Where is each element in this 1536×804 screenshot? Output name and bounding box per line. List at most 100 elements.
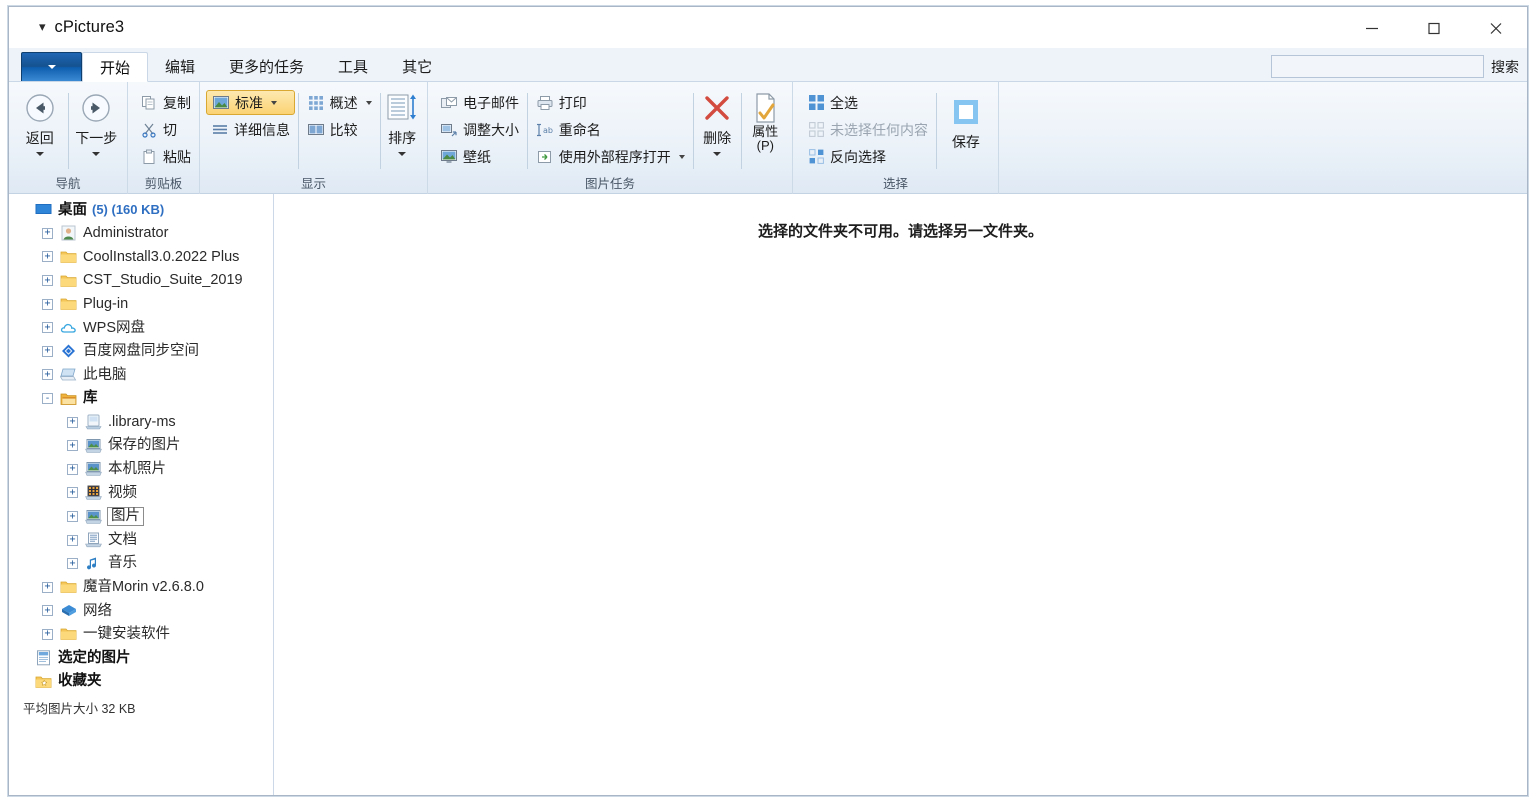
tree-item[interactable]: + 百度网盘同步空间 [9, 340, 273, 364]
expand-toggle-icon[interactable]: + [42, 275, 53, 287]
chevron-down-icon [398, 152, 407, 156]
tab-other[interactable]: 其它 [385, 52, 449, 81]
open-with-external-button[interactable]: 使用外部程序打开 [531, 144, 690, 169]
close-button[interactable] [1465, 7, 1527, 48]
tree-item[interactable]: + 一键安装软件 [9, 623, 273, 647]
folder-tree: 桌面 (5) (160 KB) + Administrator + CoolInstall… [9, 198, 273, 693]
tree-item[interactable]: + 音乐 [9, 552, 273, 576]
properties-button[interactable]: 属性 (P) [745, 89, 786, 152]
expand-toggle-icon[interactable]: + [42, 581, 53, 593]
chevron-down-icon[interactable] [271, 100, 277, 105]
expand-toggle-icon[interactable]: + [67, 558, 78, 570]
tree-item[interactable]: + 魔音Morin v2.6.8.0 [9, 576, 273, 600]
tree-item-label: .library-ms [108, 413, 176, 430]
clipboard-buttons: 复制 切 粘贴 [135, 89, 196, 169]
expand-toggle-icon[interactable]: + [42, 251, 53, 263]
minimize-button[interactable] [1341, 7, 1403, 48]
expand-toggle-icon[interactable]: + [67, 440, 78, 452]
expand-toggle-icon[interactable]: + [67, 487, 78, 499]
tree-item[interactable]: + .library-ms [9, 410, 273, 434]
expand-toggle-icon[interactable]: + [42, 298, 53, 310]
expand-toggle-icon[interactable]: + [42, 322, 53, 334]
select-all-icon [807, 94, 825, 112]
tree-item[interactable]: + Administrator [9, 222, 273, 246]
search-area: 搜索 [1271, 55, 1519, 78]
maximize-button[interactable] [1403, 7, 1465, 48]
compare-button[interactable]: 比较 [302, 117, 377, 142]
tree-item[interactable]: + 网络 [9, 599, 273, 623]
print-button[interactable]: 打印 [531, 90, 690, 115]
expand-toggle-icon[interactable]: + [67, 463, 78, 475]
expand-toggle-icon[interactable]: + [67, 511, 78, 523]
tab-edit[interactable]: 编辑 [148, 52, 212, 81]
print-label: 打印 [558, 94, 587, 111]
ribbon-tabs: 开始 编辑 更多的任务 工具 其它 [82, 47, 449, 82]
tree-item-icon [34, 201, 52, 218]
tree-item[interactable]: 收藏夹 [9, 670, 273, 694]
expand-toggle-icon[interactable]: + [67, 416, 78, 428]
tab-tools[interactable]: 工具 [321, 52, 385, 81]
expand-toggle-icon[interactable]: + [42, 628, 53, 640]
select-none-button[interactable]: 未选择任何内容 [802, 117, 933, 142]
overview-button[interactable]: 概述 [302, 90, 377, 115]
expand-toggle-icon[interactable]: + [67, 534, 78, 546]
sort-label: 排序 [388, 130, 417, 146]
delete-button[interactable]: 删除 [696, 89, 737, 156]
paste-button[interactable]: 粘贴 [135, 144, 196, 169]
tree-item[interactable]: + WPS网盘 [9, 316, 273, 340]
minimize-icon [1366, 27, 1378, 29]
application-window: ▾ cPicture3 开始 编辑 更多的任务 工具 其它 搜索 返回 下一步 … [8, 6, 1528, 796]
ribbon-group-display: 标准 详细信息 概述 比较 排序 显示 [199, 82, 427, 194]
tree-item-icon [59, 579, 77, 596]
expand-toggle-icon[interactable]: + [42, 605, 53, 617]
view-standard-button[interactable]: 标准 [206, 90, 295, 115]
chevron-down-icon[interactable] [365, 100, 372, 105]
tree-item[interactable]: + 图片 [9, 505, 273, 529]
select-all-button[interactable]: 全选 [802, 90, 933, 115]
search-input[interactable] [1271, 55, 1484, 78]
tab-start[interactable]: 开始 [82, 52, 149, 82]
tree-item-icon [59, 626, 77, 643]
sort-button[interactable]: 排序 [383, 89, 421, 156]
cut-button[interactable]: 切 [135, 117, 196, 142]
resize-button[interactable]: 调整大小 [435, 117, 524, 142]
tree-item[interactable]: 桌面 (5) (160 KB) [9, 198, 273, 222]
tree-item[interactable]: + 视频 [9, 481, 273, 505]
tree-item[interactable]: + 保存的图片 [9, 434, 273, 458]
tree-item-label: 百度网盘同步空间 [83, 343, 199, 360]
back-label: 返回 [25, 130, 54, 146]
expand-toggle-icon[interactable]: + [42, 227, 53, 239]
save-button[interactable]: 保存 [940, 89, 992, 152]
wallpaper-button[interactable]: 壁纸 [435, 144, 524, 169]
chevron-down-icon[interactable] [678, 154, 685, 159]
computer-icon [59, 368, 76, 381]
tree-item[interactable]: + 本机照片 [9, 458, 273, 482]
app-menu-button[interactable] [21, 52, 82, 81]
app-menu-glyph-icon[interactable]: ▾ [39, 20, 46, 33]
tree-item[interactable]: 选定的图片 [9, 646, 273, 670]
grid-icon [307, 94, 325, 112]
back-button[interactable]: 返回 [15, 89, 65, 156]
user-icon [61, 225, 75, 241]
folder-tree-sidebar[interactable]: 桌面 (5) (160 KB) + Administrator + CoolInstall… [9, 194, 274, 795]
paste-label: 粘贴 [163, 148, 191, 165]
rename-button[interactable]: ab 重命名 [531, 117, 690, 142]
open-external-icon [536, 148, 554, 166]
tab-more-tasks[interactable]: 更多的任务 [212, 52, 321, 81]
tree-item[interactable]: + 文档 [9, 528, 273, 552]
email-button[interactable]: 电子邮件 [435, 90, 524, 115]
tree-item[interactable]: + Plug-in [9, 292, 273, 316]
view-details-button[interactable]: 详细信息 [206, 117, 295, 142]
tree-item[interactable]: -库 [9, 387, 273, 411]
collapse-toggle-icon[interactable]: - [42, 393, 53, 405]
tree-item-label: 音乐 [108, 555, 137, 572]
invert-selection-button[interactable]: 反向选择 [802, 144, 933, 169]
tree-item[interactable]: + 此电脑 [9, 363, 273, 387]
tree-item[interactable]: + CST_Studio_Suite_2019 [9, 269, 273, 293]
expand-toggle-icon[interactable]: + [42, 345, 53, 357]
forward-button[interactable]: 下一步 [71, 89, 121, 156]
expand-toggle-icon[interactable]: + [42, 369, 53, 381]
tree-item[interactable]: + CoolInstall3.0.2022 Plus [9, 245, 273, 269]
tree-item-label: 网络 [83, 602, 112, 619]
copy-button[interactable]: 复制 [135, 90, 196, 115]
